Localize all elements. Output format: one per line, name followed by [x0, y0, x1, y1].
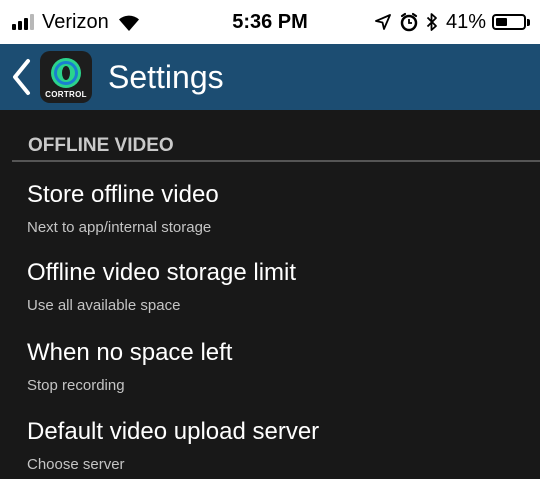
setting-subtitle: Choose server: [27, 456, 125, 473]
battery-icon: [492, 14, 526, 30]
status-bar: Verizon 5:36 PM 41%: [0, 0, 540, 44]
battery-level-fill: [496, 18, 507, 26]
page-title: Settings: [108, 59, 224, 95]
chevron-left-icon[interactable]: [10, 57, 32, 97]
setting-when-no-space-left[interactable]: When no space left Stop recording: [0, 338, 540, 416]
alarm-icon: [400, 12, 418, 32]
setting-subtitle: Stop recording: [27, 377, 125, 394]
setting-offline-video-storage-limit[interactable]: Offline video storage limit Use all avai…: [0, 258, 540, 336]
cortrol-logo-icon: [51, 58, 81, 88]
section-title: OFFLINE VIDEO: [28, 135, 174, 156]
setting-title: When no space left: [27, 339, 233, 366]
setting-store-offline-video[interactable]: Store offline video Next to app/internal…: [0, 180, 540, 258]
battery-percent: 41%: [445, 11, 486, 33]
battery-tip: [527, 18, 530, 26]
bluetooth-icon: [426, 13, 437, 31]
setting-subtitle: Use all available space: [27, 297, 181, 314]
status-bar-right: 41%: [374, 9, 530, 35]
section-divider: [12, 160, 540, 162]
app-bar: CORTROL Settings: [0, 44, 540, 110]
location-arrow-icon: [375, 14, 391, 30]
logo-text: CORTROL: [45, 90, 87, 99]
settings-screen: Verizon 5:36 PM 41% CORTROL Settings OFF…: [0, 0, 540, 479]
setting-subtitle: Next to app/internal storage: [27, 219, 212, 236]
section-header: OFFLINE VIDEO: [0, 110, 540, 160]
setting-title: Store offline video: [27, 181, 219, 208]
setting-title: Offline video storage limit: [27, 259, 297, 286]
app-logo: CORTROL: [40, 51, 92, 103]
setting-default-video-upload-server[interactable]: Default video upload server Choose serve…: [0, 417, 540, 479]
setting-title: Default video upload server: [27, 418, 320, 445]
